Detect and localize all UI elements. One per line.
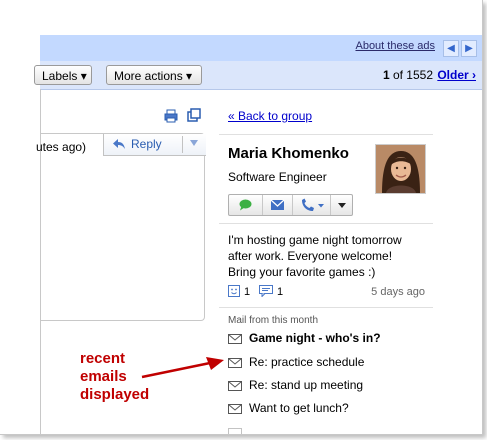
status-line: after work. Everyone welcome!	[228, 249, 393, 263]
envelope-icon	[228, 334, 242, 344]
status-message: I'm hosting game night tomorrow after wo…	[228, 232, 428, 280]
call-button[interactable]	[292, 195, 331, 215]
pager: 1 of 1552	[383, 68, 433, 82]
reply-arrow-icon	[113, 139, 125, 149]
reply-button[interactable]: Reply	[103, 134, 206, 156]
envelope-icon	[228, 381, 242, 391]
divider	[219, 134, 433, 135]
smile-count: 1	[244, 286, 251, 298]
email-button[interactable]	[262, 195, 292, 215]
mail-list-item[interactable]: Re: stand up meeting	[228, 378, 433, 396]
contact-actions	[228, 194, 353, 216]
labels-button[interactable]: Labels ▾	[34, 65, 92, 85]
message-time: utes ago)	[36, 140, 87, 154]
annotation-line: recent	[80, 350, 126, 367]
ads-bar: About these ads ◀ ▶	[40, 35, 482, 61]
contact-title: Software Engineer	[228, 170, 327, 184]
reply-separator	[182, 136, 183, 153]
screenshot-frame: About these ads ◀ ▶ Labels ▾ More action…	[0, 0, 483, 435]
top-band	[40, 0, 482, 35]
chevron-down-icon	[338, 203, 346, 208]
reply-label: Reply	[131, 137, 162, 151]
toolbar: Labels ▾ More actions ▾ 1 of 1552 Older …	[34, 61, 482, 90]
comment-icon[interactable]	[259, 285, 273, 297]
chevron-right-icon[interactable]: ▶	[461, 40, 477, 57]
chat-button[interactable]	[229, 195, 262, 215]
message-header: utes ago) Reply	[36, 133, 206, 321]
smiley-icon[interactable]	[228, 285, 240, 297]
mail-subject: Re: stand up meeting	[249, 378, 364, 392]
envelope-icon	[228, 428, 242, 434]
pager-total: of 1552	[389, 68, 433, 82]
envelope-icon	[228, 404, 242, 414]
more-actions-button[interactable]: More actions ▾	[106, 65, 202, 85]
status-date: 5 days ago	[371, 286, 425, 298]
mail-list-item[interactable]: Want to get lunch?	[228, 401, 433, 419]
about-ads-link[interactable]: About these ads	[355, 40, 435, 52]
divider	[219, 223, 433, 224]
mail-subject: Game night - who's in?	[249, 331, 381, 345]
chevron-left-icon[interactable]: ◀	[443, 40, 459, 57]
avatar	[375, 144, 426, 194]
annotation-arrow-icon	[141, 357, 224, 379]
phone-icon	[302, 198, 324, 211]
annotation-callout: recent emails displayed	[80, 350, 149, 404]
pager-current: 1	[382, 68, 390, 82]
back-to-group-link[interactable]: « Back to group	[228, 109, 312, 123]
older-link[interactable]: Older ›	[437, 68, 476, 82]
status-line: I'm hosting game night tomorrow	[228, 233, 402, 247]
divider	[219, 307, 433, 308]
annotation-line: emails	[80, 368, 127, 385]
print-icon[interactable]	[164, 109, 178, 123]
reply-menu-icon[interactable]	[190, 140, 198, 146]
mail-list-item[interactable]: Game night - who's in?	[228, 331, 433, 349]
comment-count: 1	[277, 286, 284, 298]
mail-list-item[interactable]: Re: practice schedule	[228, 355, 433, 373]
mail-subject: Want to get lunch?	[249, 401, 349, 415]
annotation-line: displayed	[80, 386, 150, 403]
contact-name[interactable]: Maria Khomenko	[228, 145, 349, 162]
chat-icon	[239, 199, 252, 211]
mail-section-header: Mail from this month	[228, 315, 319, 326]
mail-list-item-partial[interactable]	[228, 425, 433, 434]
contact-sidebar: « Back to group Maria Khomenko Software …	[219, 89, 433, 434]
new-window-icon[interactable]	[187, 108, 201, 122]
envelope-icon	[228, 358, 242, 368]
status-line: Bring your favorite games :)	[228, 265, 376, 279]
more-actions-menu[interactable]	[330, 195, 353, 215]
mail-subject: Re: practice schedule	[249, 355, 365, 369]
mail-icon	[270, 199, 285, 210]
